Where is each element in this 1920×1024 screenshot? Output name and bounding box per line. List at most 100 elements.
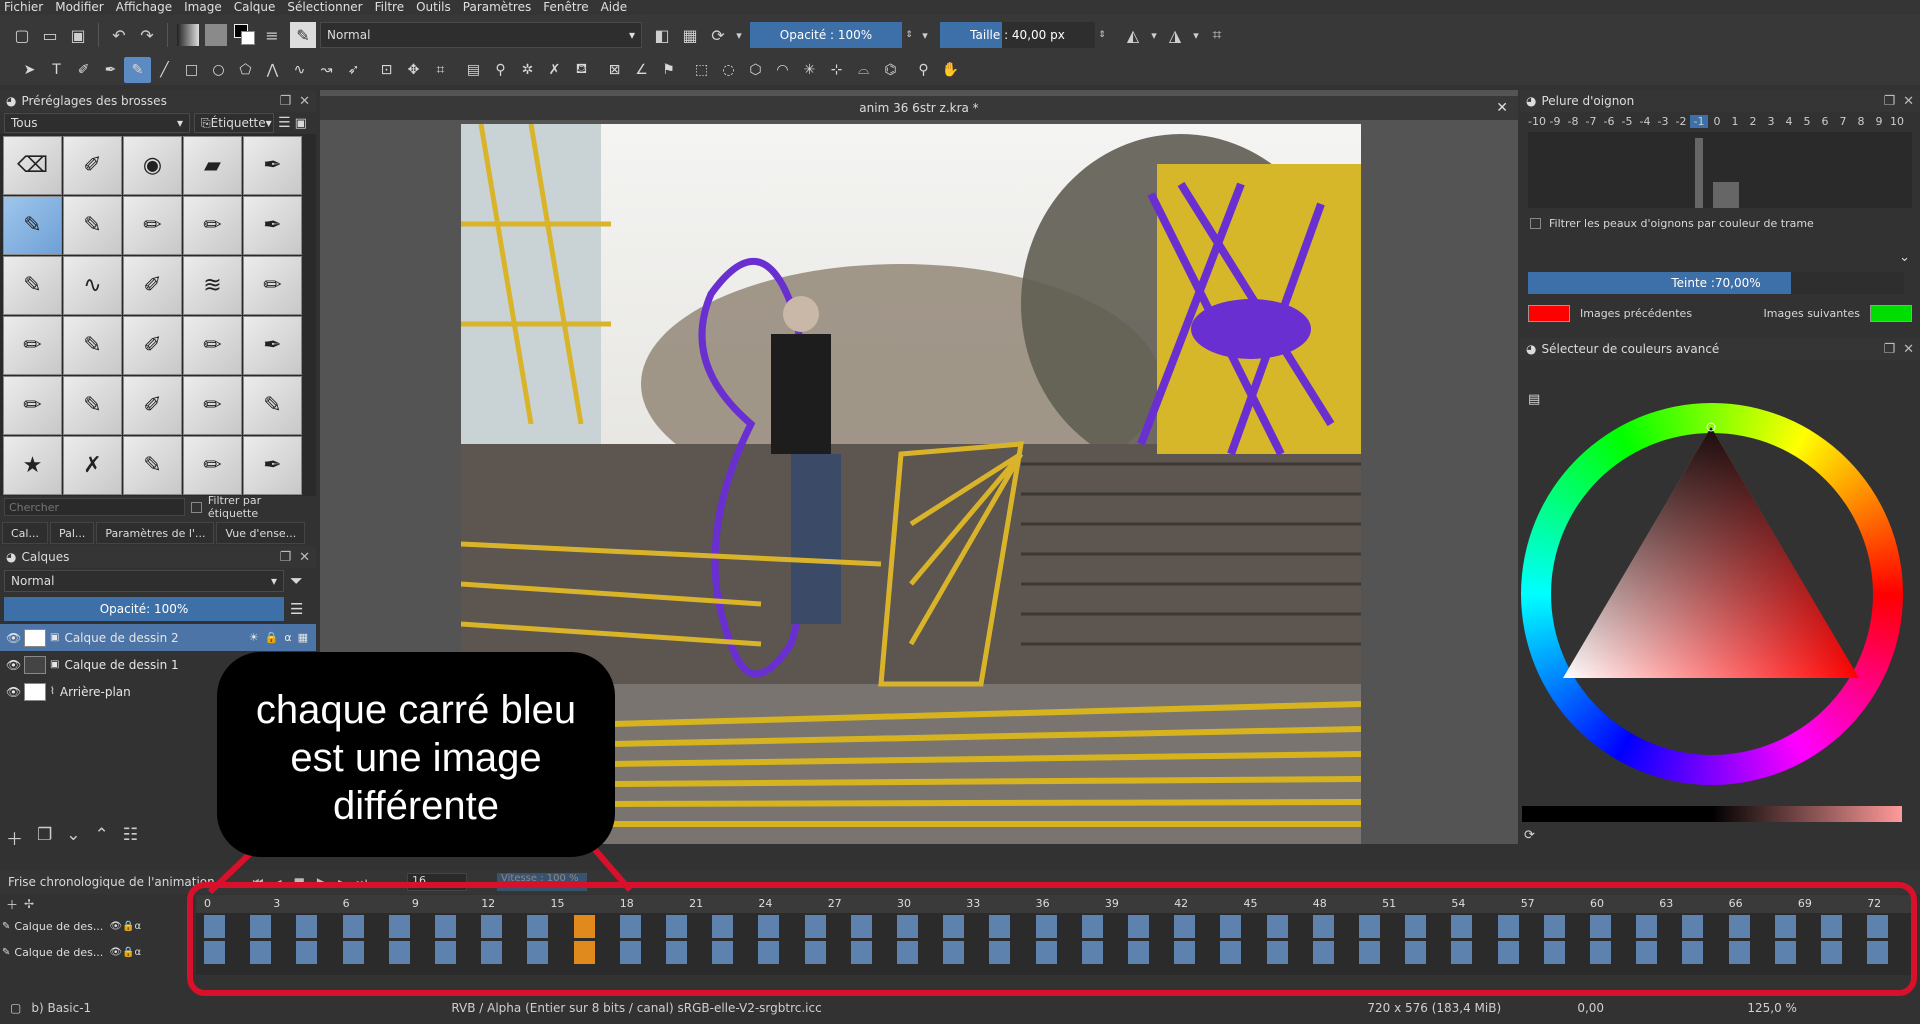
- text-tool-icon[interactable]: T: [43, 57, 70, 83]
- tag-button[interactable]: ⎘ Étiquette ▾: [194, 113, 274, 133]
- polyline-tool-icon[interactable]: ⋀: [259, 57, 286, 83]
- zoom-tool-icon[interactable]: ⚲: [910, 57, 937, 83]
- reference-tool-icon[interactable]: ⚑: [655, 57, 682, 83]
- close-icon[interactable]: ✕: [1496, 100, 1508, 116]
- chevron-down-icon[interactable]: ⌄: [1899, 250, 1910, 265]
- close-icon[interactable]: ✕: [1903, 94, 1914, 109]
- brush-preset[interactable]: ✎: [63, 316, 122, 375]
- magnetic-select-icon[interactable]: ⌬: [877, 57, 904, 83]
- brush-preset[interactable]: ✒: [243, 436, 302, 495]
- brush-preset[interactable]: ✒: [243, 316, 302, 375]
- contiguous-select-icon[interactable]: ✳: [796, 57, 823, 83]
- brush-preset[interactable]: ✏: [243, 256, 302, 315]
- brush-preset[interactable]: ✐: [123, 376, 182, 435]
- brush-preset[interactable]: ✐: [123, 256, 182, 315]
- panel-menu-icon[interactable]: ▣: [295, 116, 307, 131]
- fg-bg-color-icon[interactable]: [230, 21, 258, 49]
- chevron-down-icon[interactable]: ▾: [916, 21, 934, 49]
- polygon-select-icon[interactable]: ⬡: [742, 57, 769, 83]
- polygon-tool-icon[interactable]: ⬠: [232, 57, 259, 83]
- duplicate-layer-icon[interactable]: ❐: [37, 825, 52, 850]
- previous-color-swatch[interactable]: [1528, 304, 1570, 322]
- undo-icon[interactable]: ↶: [105, 21, 133, 49]
- mirror-vertical-icon[interactable]: ◮: [1161, 21, 1189, 49]
- brush-preset[interactable]: ✐: [123, 316, 182, 375]
- blend-mode-combo[interactable]: Normal ▾: [320, 22, 642, 48]
- close-icon[interactable]: ✕: [299, 550, 310, 565]
- brush-preset[interactable]: ✎: [243, 376, 302, 435]
- menu-selectionner[interactable]: Sélectionner: [287, 0, 362, 15]
- crop-icon[interactable]: ⌗: [1203, 21, 1231, 49]
- eraser-icon[interactable]: ◧: [648, 21, 676, 49]
- ellipse-select-icon[interactable]: ◌: [715, 57, 742, 83]
- freehand-path-icon[interactable]: ↝: [313, 57, 340, 83]
- eye-icon[interactable]: 👁: [109, 947, 122, 958]
- close-icon[interactable]: ✕: [299, 94, 310, 109]
- brush-preset[interactable]: ✏: [3, 316, 62, 375]
- brush-preset[interactable]: ✎: [63, 376, 122, 435]
- brush-preset[interactable]: ✏: [183, 196, 242, 255]
- rect-select-icon[interactable]: ⬚: [688, 57, 715, 83]
- brush-filter-combo[interactable]: Tous ▾: [4, 113, 190, 133]
- menu-calque[interactable]: Calque: [234, 0, 276, 15]
- pin-icon[interactable]: ✢: [24, 897, 34, 911]
- layer-blend-combo[interactable]: Normal ▾: [4, 570, 284, 592]
- color-triangle[interactable]: [1521, 403, 1903, 785]
- filter-icon[interactable]: ⏷: [290, 571, 303, 591]
- pattern-icon[interactable]: [205, 24, 227, 46]
- opacity-slider[interactable]: Opacité : 100%: [750, 22, 902, 48]
- new-document-icon[interactable]: ▢: [8, 21, 36, 49]
- brush-preset[interactable]: ◉: [123, 136, 182, 195]
- brush-preset[interactable]: ✗: [63, 436, 122, 495]
- brush-search-input[interactable]: [4, 498, 186, 516]
- rectangle-tool-icon[interactable]: □: [178, 57, 205, 83]
- brush-preset[interactable]: ✏: [183, 376, 242, 435]
- menu-parametres[interactable]: Paramètres: [463, 0, 531, 15]
- menu-affichage[interactable]: Affichage: [116, 0, 172, 15]
- eye-icon[interactable]: 👁: [6, 631, 21, 645]
- tab-brush-params[interactable]: Paramètres de l'...: [96, 522, 215, 544]
- freehand-brush-icon[interactable]: ✎: [124, 57, 151, 83]
- colorize-mask-icon[interactable]: ✲: [514, 57, 541, 83]
- timeline-layer-row[interactable]: ✎ Calque de des... 👁 🔒 α: [0, 939, 196, 965]
- onion-bar[interactable]: [1713, 182, 1739, 208]
- menu-fenetre[interactable]: Fenêtre: [543, 0, 588, 15]
- brush-preset[interactable]: ∿: [63, 256, 122, 315]
- crop-tool-icon[interactable]: ⌗: [427, 57, 454, 83]
- brush-preset[interactable]: ✏: [123, 196, 182, 255]
- chevron-down-icon[interactable]: ▾: [732, 21, 746, 49]
- color-wheel[interactable]: [1521, 403, 1903, 785]
- tab-calques[interactable]: Cal...: [2, 522, 48, 544]
- lock-icon[interactable]: 🔒: [122, 947, 134, 958]
- alpha-lock-icon[interactable]: ▦: [676, 21, 704, 49]
- alpha-icon[interactable]: α: [134, 947, 141, 958]
- freehand-select-icon[interactable]: ◠: [769, 57, 796, 83]
- bezier-tool-icon[interactable]: ∿: [286, 57, 313, 83]
- float-icon[interactable]: ❐: [1883, 94, 1895, 109]
- menu-modifier[interactable]: Modifier: [55, 0, 104, 15]
- alpha-lock-icon[interactable]: ▦: [298, 631, 308, 644]
- eye-icon[interactable]: 👁: [6, 658, 21, 672]
- assistant-tool-icon[interactable]: ⊠: [601, 57, 628, 83]
- menu-aide[interactable]: Aide: [601, 0, 628, 15]
- move-down-icon[interactable]: ⌄: [66, 825, 80, 850]
- onion-filter-checkbox[interactable]: [1530, 217, 1541, 229]
- list-view-icon[interactable]: ☰: [278, 115, 291, 131]
- onion-skin-icon[interactable]: ☀: [249, 631, 259, 644]
- spinbox-arrows-icon[interactable]: ⇕: [902, 21, 916, 49]
- reload-icon[interactable]: ⟳: [704, 21, 732, 49]
- brush-preset[interactable]: ✐: [63, 136, 122, 195]
- line-tool-icon[interactable]: ╱: [151, 57, 178, 83]
- chevron-down-icon[interactable]: ▾: [1189, 21, 1203, 49]
- layer-opacity-slider[interactable]: Opacité: 100%: [4, 597, 284, 621]
- open-icon[interactable]: ▭: [36, 21, 64, 49]
- brush-preset[interactable]: ▰: [183, 136, 242, 195]
- brush-preset[interactable]: ✒: [243, 196, 302, 255]
- fill-tool-icon[interactable]: ⛾: [568, 57, 595, 83]
- calligraphy-icon[interactable]: ✒: [97, 57, 124, 83]
- ellipse-tool-icon[interactable]: ○: [205, 57, 232, 83]
- scale-label-selected[interactable]: -1: [1690, 115, 1708, 128]
- float-icon[interactable]: ❐: [279, 94, 291, 109]
- add-icon[interactable]: ＋: [6, 896, 18, 913]
- mirror-horizontal-icon[interactable]: ◭: [1119, 21, 1147, 49]
